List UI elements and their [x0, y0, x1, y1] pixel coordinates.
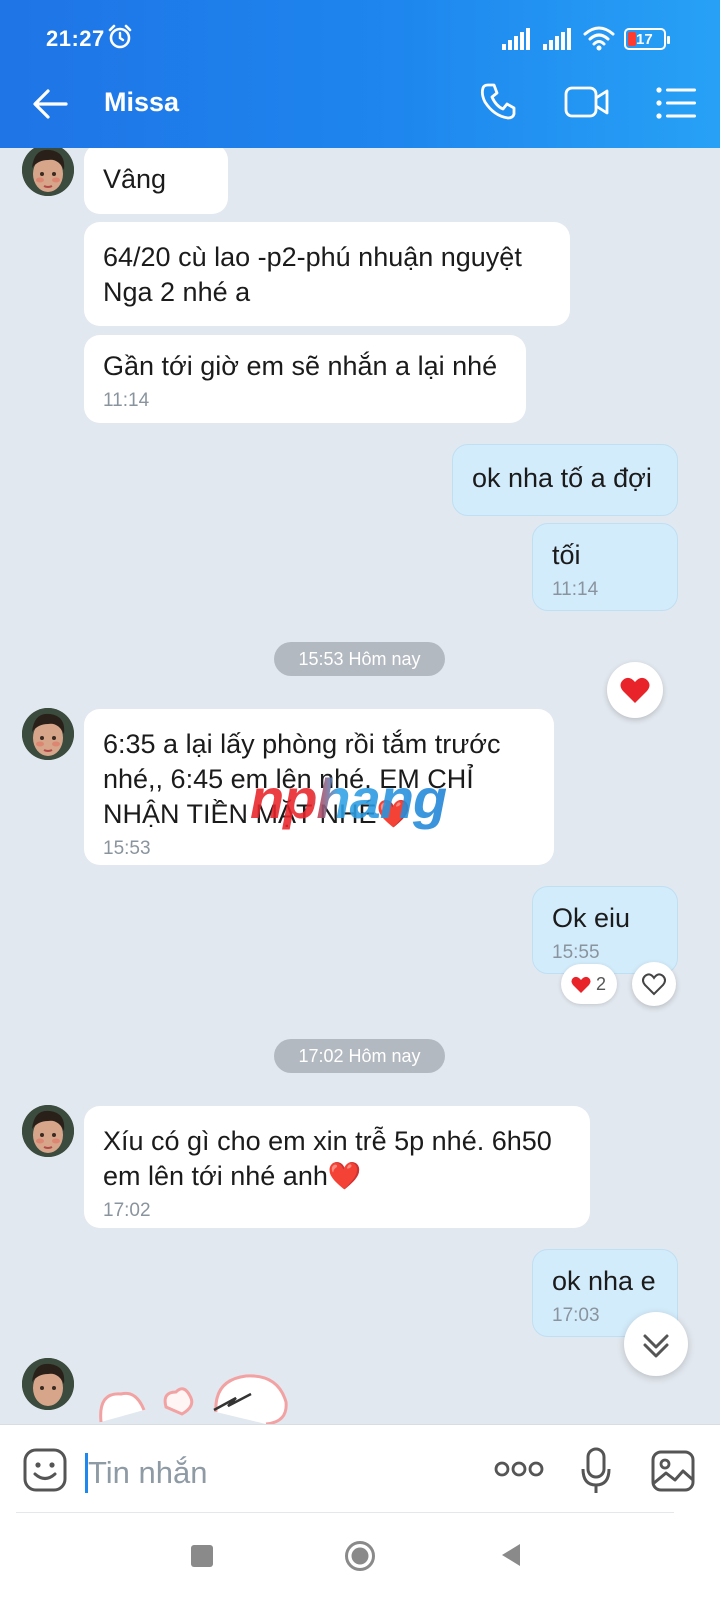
signal-icon	[543, 28, 577, 55]
message-text: ok nha e	[552, 1266, 656, 1296]
message-text: Xíu có gì cho em xin trễ 5p nhé. 6h50 em…	[103, 1126, 552, 1191]
avatar[interactable]	[22, 148, 74, 196]
date-separator: 17:02 Hôm nay	[274, 1039, 445, 1073]
message-text: ok nha tố a đợi	[472, 463, 652, 493]
message-text: Ok eiu	[552, 903, 631, 933]
message-text: tối	[552, 540, 581, 570]
message-bubble-outgoing[interactable]: tối 11:14	[532, 523, 678, 611]
back-button[interactable]	[500, 1542, 522, 1573]
message-bubble-incoming[interactable]: Vâng	[84, 148, 228, 214]
react-heart-button[interactable]	[607, 662, 663, 718]
message-list[interactable]: Vâng 64/20 cù lao -p2-phú nhuận nguyệt N…	[0, 148, 720, 1424]
message-time: 15:55	[552, 942, 600, 963]
message-bubble-incoming[interactable]: Xíu có gì cho em xin trễ 5p nhé. 6h50 em…	[84, 1106, 590, 1228]
gallery-icon[interactable]	[650, 1449, 696, 1498]
heart-icon	[620, 677, 650, 703]
heart-icon	[571, 976, 591, 993]
home-button[interactable]	[344, 1540, 376, 1577]
avatar[interactable]	[22, 708, 74, 760]
message-time: 15:53	[103, 838, 151, 859]
back-arrow-icon[interactable]	[30, 84, 70, 124]
message-bubble-outgoing[interactable]: Ok eiu 15:55	[532, 886, 678, 974]
message-text: Gần tới giờ em sẽ nhắn a lại nhé	[103, 351, 498, 381]
message-text: 64/20 cù lao -p2-phú nhuận nguyệt Nga 2 …	[103, 242, 522, 307]
system-nav-bar	[0, 1520, 720, 1600]
chat-header: Missa	[0, 60, 720, 148]
heart-outline-icon	[642, 973, 666, 996]
chevron-double-down-icon	[643, 1334, 669, 1358]
scroll-to-bottom-button[interactable]	[624, 1312, 688, 1376]
message-bubble-incoming[interactable]: Gần tới giờ em sẽ nhắn a lại nhé 11:14	[84, 335, 526, 423]
message-bubble-incoming[interactable]: 64/20 cù lao -p2-phú nhuận nguyệt Nga 2 …	[84, 222, 570, 326]
menu-list-icon[interactable]	[656, 86, 696, 125]
battery-icon: 17	[624, 28, 670, 50]
avatar[interactable]	[22, 1358, 74, 1410]
avatar[interactable]	[22, 1105, 74, 1157]
contact-name[interactable]: Missa	[104, 87, 179, 118]
video-call-icon[interactable]	[564, 84, 610, 125]
microphone-icon[interactable]	[580, 1447, 612, 1500]
message-input[interactable]	[88, 1451, 458, 1495]
battery-level: 17	[636, 31, 653, 48]
recent-apps-button[interactable]	[191, 1545, 213, 1567]
reaction-count-badge[interactable]: 2	[561, 964, 617, 1004]
more-options-icon[interactable]	[494, 1459, 544, 1484]
message-composer	[0, 1424, 720, 1520]
reaction-count: 2	[596, 974, 607, 994]
message-time: 17:02	[103, 1200, 151, 1221]
message-text: Vâng	[103, 164, 167, 194]
signal-icon	[502, 28, 536, 55]
message-time: 11:14	[552, 579, 599, 600]
divider	[16, 1512, 674, 1513]
status-bar: 21:27 17	[0, 0, 720, 60]
sticker-image[interactable]	[96, 1362, 296, 1424]
date-separator: 15:53 Hôm nay	[274, 642, 445, 676]
top-bar: 21:27 17 Missa	[0, 0, 720, 148]
watermark: nphang	[250, 767, 447, 830]
status-time: 21:27	[46, 26, 105, 51]
phone-call-icon[interactable]	[480, 82, 516, 125]
react-button[interactable]	[632, 962, 676, 1006]
sticker-icon[interactable]	[22, 1447, 68, 1498]
wifi-icon	[583, 25, 615, 56]
message-bubble-outgoing[interactable]: ok nha tố a đợi	[452, 444, 678, 516]
alarm-icon	[107, 24, 133, 55]
message-time: 11:14	[103, 390, 150, 411]
